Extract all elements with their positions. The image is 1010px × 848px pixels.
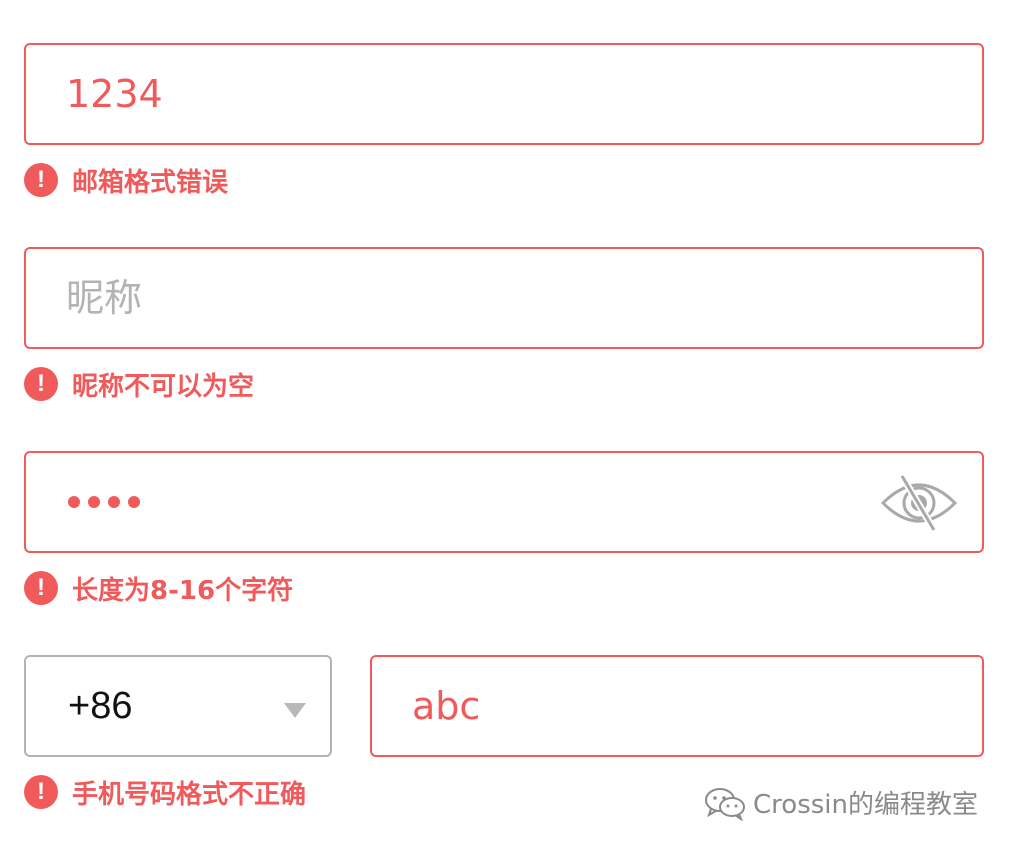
password-mask-dot [88, 496, 100, 508]
nickname-input[interactable] [66, 249, 942, 347]
exclamation-circle-icon: ! [24, 775, 58, 809]
email-field[interactable] [24, 43, 984, 145]
country-code-select[interactable]: +86 [24, 655, 332, 757]
password-error: ! 长度为8-16个字符 [24, 569, 293, 607]
country-code-value: +86 [68, 684, 133, 727]
nickname-field[interactable] [24, 247, 984, 349]
password-mask-dot [128, 496, 140, 508]
eye-slash-icon [880, 474, 958, 532]
watermark: Crossin的编程教室 [703, 784, 978, 821]
nickname-error: ! 昵称不可以为空 [24, 365, 254, 403]
phone-error: ! 手机号码格式不正确 [24, 773, 306, 811]
phone-input[interactable] [412, 657, 942, 755]
phone-error-text: 手机号码格式不正确 [72, 779, 307, 810]
password-error-text: 长度为8-16个字符 [72, 575, 294, 606]
exclamation-circle-icon: ! [24, 367, 58, 401]
caret-down-icon [284, 703, 306, 718]
email-error: ! 邮箱格式错误 [24, 161, 228, 199]
password-field[interactable] [24, 451, 984, 553]
email-input[interactable] [66, 45, 942, 143]
wechat-icon [705, 787, 746, 821]
watermark-text: Crossin的编程教室 [753, 790, 978, 820]
nickname-error-text: 昵称不可以为空 [72, 371, 255, 402]
password-mask-dot [68, 496, 80, 508]
email-error-text: 邮箱格式错误 [72, 167, 229, 198]
password-mask-dot [108, 496, 120, 508]
exclamation-circle-icon: ! [24, 571, 58, 605]
toggle-password-visibility-button[interactable] [880, 473, 958, 533]
phone-field[interactable] [370, 655, 984, 757]
exclamation-circle-icon: ! [24, 163, 58, 197]
password-mask[interactable] [68, 453, 140, 551]
